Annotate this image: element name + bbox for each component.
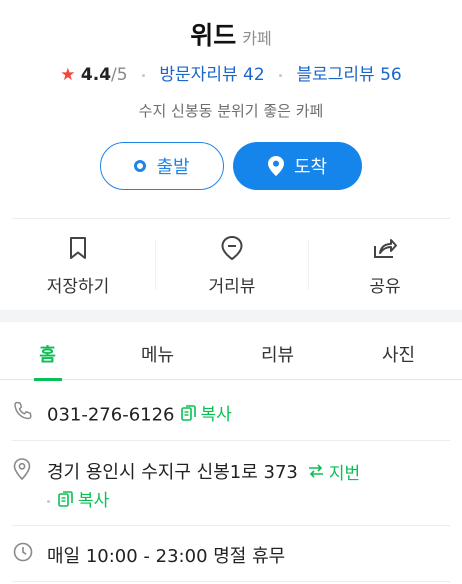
location-pin-icon [267, 156, 284, 176]
separator-dot [47, 500, 50, 503]
rating-value: 4.4 [80, 65, 112, 85]
address-row: 경기 용인시 수지구 신봉1로 373 지번 복사 [0, 441, 462, 525]
address-line: 경기 용인시 수지구 신봉1로 373 지번 [47, 458, 360, 484]
swap-arrows-icon [308, 464, 323, 478]
phone-copy-label: 복사 [200, 405, 232, 425]
location-pin-outline-icon [12, 457, 32, 485]
rating-max: /5 [111, 65, 128, 85]
visitor-reviews-link[interactable]: 방문자리뷰 42 [159, 65, 264, 85]
place-description: 수지 신봉동 분위기 좋은 카페 [138, 102, 324, 120]
share-label: 공유 [369, 277, 401, 297]
street-view-pin-icon [155, 234, 309, 262]
address-text: 경기 용인시 수지구 신봉1로 373 [47, 462, 298, 483]
phone-line: 031-276-6126 복사 [47, 400, 232, 426]
arrive-button[interactable]: 도착 [233, 142, 362, 190]
clock-icon [12, 541, 34, 567]
tab-home[interactable]: 홈 [0, 322, 95, 381]
address-copy-button[interactable]: 복사 [58, 486, 109, 511]
address-copy-line: 복사 [47, 486, 109, 512]
phone-number[interactable]: 031-276-6126 [47, 405, 175, 426]
separator-dot [279, 73, 283, 77]
tab-reviews-label: 리뷰 [260, 345, 295, 366]
tab-menu[interactable]: 메뉴 [95, 322, 220, 380]
share-icon [308, 234, 462, 262]
place-header: 위드 카페 ★ 4.4/5 방문자리뷰 42 블로그리뷰 56 수지 신봉동 분위… [0, 0, 462, 310]
copy-icon [180, 404, 196, 421]
tab-bar: 홈 메뉴 리뷰 사진 [0, 322, 462, 381]
tab-home-label: 홈 [39, 345, 56, 366]
title-row: 위드 카페 [0, 16, 462, 52]
section-gap [0, 310, 462, 322]
save-label: 저장하기 [46, 277, 110, 297]
share-button[interactable]: 공유 [308, 234, 462, 297]
separator-dot [142, 73, 145, 77]
street-view-button[interactable]: 거리뷰 [155, 234, 309, 297]
place-name: 위드 [190, 21, 237, 50]
depart-label: 출발 [156, 157, 190, 178]
tab-reviews[interactable]: 리뷰 [220, 322, 335, 380]
address-copy-label: 복사 [78, 491, 110, 511]
hours-text: 매일 10:00 - 23:00 명절 휴무 [47, 546, 286, 567]
copy-icon [58, 490, 73, 507]
phone-copy-button[interactable]: 복사 [180, 400, 232, 425]
star-icon: ★ [60, 65, 76, 85]
row-divider [12, 581, 450, 582]
origin-ring-icon [134, 160, 147, 172]
phone-row: 031-276-6126 복사 [0, 380, 462, 440]
save-button[interactable]: 저장하기 [1, 234, 155, 297]
hours-row[interactable]: 매일 10:00 - 23:00 명절 휴무 [0, 526, 462, 584]
jibun-label: 지번 [328, 463, 361, 484]
blog-reviews-link[interactable]: 블로그리뷰 56 [296, 65, 401, 85]
place-category: 카페 [242, 29, 272, 48]
bookmark-icon [1, 234, 155, 262]
tab-photos-label: 사진 [381, 345, 416, 366]
divider [12, 218, 450, 219]
stats-row: ★ 4.4/5 방문자리뷰 42 블로그리뷰 56 [0, 60, 462, 85]
jibun-toggle-button[interactable]: 지번 [308, 459, 360, 484]
street-view-label: 거리뷰 [208, 277, 256, 297]
tab-menu-label: 메뉴 [140, 345, 175, 366]
depart-button[interactable]: 출발 [100, 142, 224, 190]
phone-icon [12, 400, 34, 426]
tab-photos[interactable]: 사진 [335, 322, 462, 380]
arrive-label: 도착 [293, 157, 328, 178]
